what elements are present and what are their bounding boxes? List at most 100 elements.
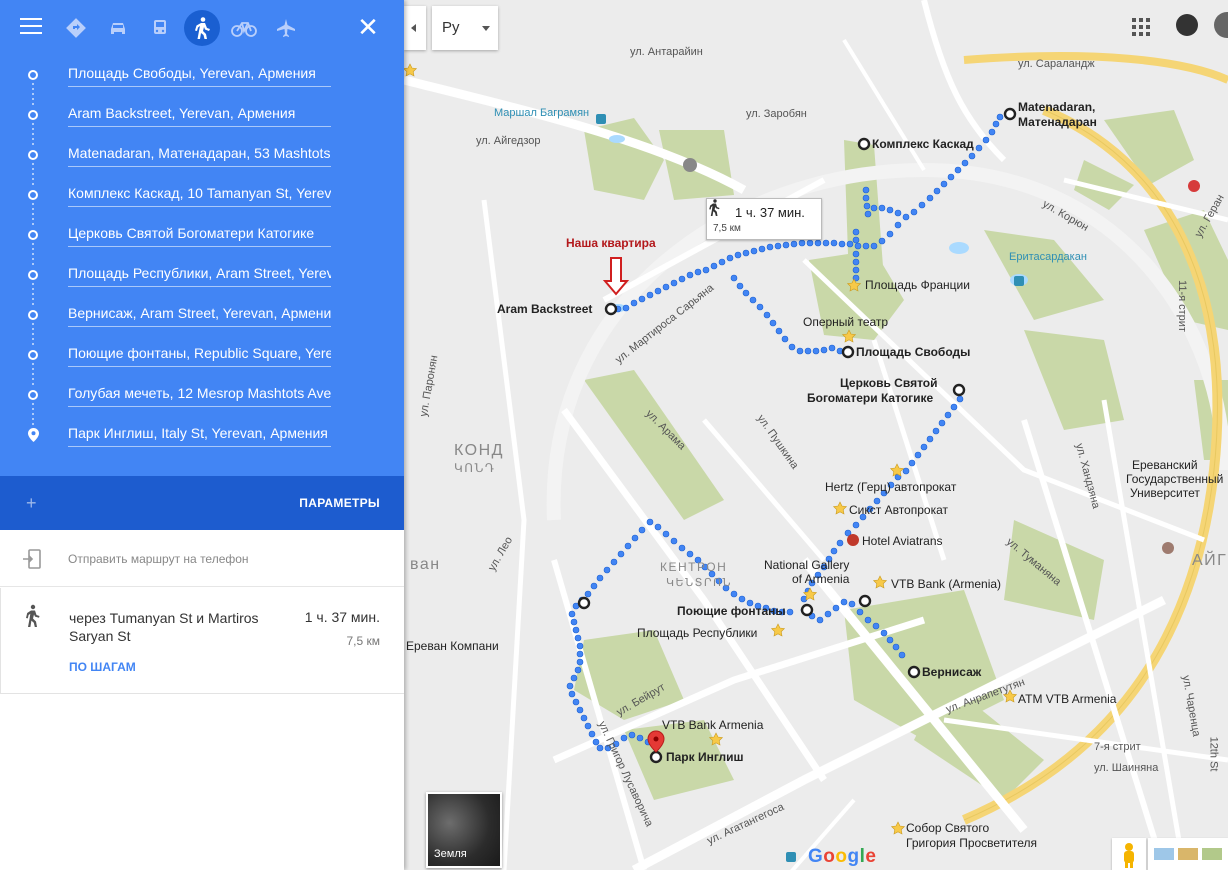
travel-mode-bar: ✕ bbox=[0, 0, 404, 56]
stop-input[interactable]: Парк Инглиш, Italy St, Yerevan, Армения bbox=[68, 425, 331, 447]
place-label[interactable]: Богоматери Катогике bbox=[807, 391, 933, 405]
send-to-device-icon bbox=[23, 549, 41, 569]
car-icon[interactable] bbox=[100, 10, 136, 46]
poi-label[interactable]: ATM VTB Armenia bbox=[1018, 692, 1116, 706]
place-label[interactable]: Площадь Свободы bbox=[856, 345, 970, 359]
stop-row[interactable]: Комплекс Каскад, 10 Tamanyan St, Yerevan bbox=[0, 176, 404, 216]
route-tooltip[interactable]: 1 ч. 37 мин. 7,5 км bbox=[706, 198, 822, 240]
notifications-icon[interactable] bbox=[1176, 14, 1198, 36]
walk-icon[interactable] bbox=[184, 10, 220, 46]
street-view-pegman-icon[interactable] bbox=[1112, 838, 1146, 870]
stop-input[interactable]: Площадь Свободы, Yerevan, Армения bbox=[68, 65, 331, 87]
stop-row[interactable]: Поющие фонтаны, Republic Square, Yerevan bbox=[0, 336, 404, 376]
place-label[interactable]: Парк Инглиш bbox=[666, 750, 744, 764]
poi-label[interactable]: Сикст Автопрокат bbox=[849, 503, 948, 517]
flight-icon[interactable] bbox=[268, 10, 304, 46]
poi-label[interactable]: Оперный театр bbox=[803, 315, 888, 329]
stop-dot-icon bbox=[28, 270, 38, 280]
stop-input[interactable]: Церковь Святой Богоматери Катогике bbox=[68, 225, 331, 247]
stop-row[interactable]: Площадь Республики, Aram Street, Yerevan bbox=[0, 256, 404, 296]
language-selector[interactable]: Ру bbox=[432, 6, 498, 50]
stop-row[interactable]: Парк Инглиш, Italy St, Yerevan, Армения bbox=[0, 416, 404, 456]
poi-label[interactable]: Университет bbox=[1130, 486, 1200, 500]
stop-input[interactable]: Вернисаж, Aram Street, Yerevan, Армения bbox=[68, 305, 331, 327]
poi-label[interactable]: Hotel Aviatrans bbox=[862, 534, 943, 548]
poi-label[interactable]: VTB Bank Armenia bbox=[662, 718, 763, 732]
stop-row[interactable]: Вернисаж, Aram Street, Yerevan, Армения bbox=[0, 296, 404, 336]
apartment-annotation: Наша квартира bbox=[566, 236, 656, 250]
walk-icon bbox=[26, 604, 40, 627]
stop-row[interactable]: Голубая мечеть, 12 Mesrop Mashtots Ave bbox=[0, 376, 404, 416]
poi-label[interactable]: VTB Bank (Armenia) bbox=[891, 577, 1001, 591]
google-logo: Google bbox=[808, 846, 877, 867]
satellite-view-label: Земля bbox=[434, 848, 467, 860]
directions-panel: ✕ Площадь Свободы, Yerevan, Армения Aram… bbox=[0, 0, 404, 870]
route-distance: 7,5 км bbox=[346, 634, 380, 648]
street-label: 12th St bbox=[1207, 736, 1220, 772]
stop-dot-icon bbox=[28, 350, 38, 360]
stop-row[interactable]: Matenadaran, Матенадаран, 53 Mashtots bbox=[0, 136, 404, 176]
apps-grid-icon[interactable] bbox=[1132, 18, 1150, 36]
street-label: ул. Сараландж bbox=[1018, 58, 1095, 70]
street-label: 7-я стрит bbox=[1094, 741, 1141, 753]
stop-dot-icon bbox=[28, 150, 38, 160]
metro-label[interactable]: Маршал Баграмян bbox=[494, 107, 589, 119]
stop-dot-icon bbox=[28, 390, 38, 400]
stop-input[interactable]: Поющие фонтаны, Republic Square, Yerevan bbox=[68, 345, 331, 367]
stop-row[interactable]: Площадь Свободы, Yerevan, Армения bbox=[0, 56, 404, 96]
satellite-view-toggle[interactable]: Земля bbox=[426, 792, 502, 868]
directions-icon[interactable] bbox=[58, 10, 94, 46]
options-bar: + ПАРАМЕТРЫ bbox=[0, 476, 404, 530]
stop-dot-icon bbox=[28, 110, 38, 120]
poi-label[interactable]: National Gallery bbox=[764, 558, 849, 572]
stop-input[interactable]: Комплекс Каскад, 10 Tamanyan St, Yerevan bbox=[68, 185, 331, 207]
route-duration: 1 ч. 37 мин. bbox=[304, 609, 380, 625]
stop-input[interactable]: Площадь Республики, Aram Street, Yerevan bbox=[68, 265, 331, 287]
close-icon[interactable]: ✕ bbox=[356, 14, 380, 40]
stop-input[interactable]: Голубая мечеть, 12 Mesrop Mashtots Ave bbox=[68, 385, 331, 407]
directions-header: ✕ Площадь Свободы, Yerevan, Армения Aram… bbox=[0, 0, 404, 476]
poi-label[interactable]: Государственный bbox=[1126, 472, 1223, 486]
send-to-phone-row[interactable]: Отправить маршрут на телефон bbox=[0, 531, 404, 587]
district-label: АЙГ bbox=[1192, 552, 1228, 569]
chevron-down-icon bbox=[482, 26, 490, 31]
destination-pin-icon bbox=[28, 428, 39, 442]
place-label[interactable]: Комплекс Каскад bbox=[872, 137, 974, 151]
place-label[interactable]: Поющие фонтаны bbox=[677, 604, 786, 618]
transit-icon[interactable] bbox=[142, 10, 178, 46]
district-label: ԿԵՆՏՐՈՆ bbox=[666, 577, 733, 589]
menu-icon[interactable] bbox=[20, 18, 42, 36]
stop-row[interactable]: Aram Backstreet, Yerevan, Армения bbox=[0, 96, 404, 136]
stop-input[interactable]: Matenadaran, Матенадаран, 53 Mashtots bbox=[68, 145, 331, 167]
step-by-step-link[interactable]: ПО ШАГАМ bbox=[69, 660, 136, 674]
poi-label[interactable]: Площадь Франции bbox=[865, 278, 970, 292]
add-stop-button[interactable]: + bbox=[26, 493, 37, 514]
poi-label[interactable]: Площадь Республики bbox=[637, 626, 757, 640]
walk-icon bbox=[709, 199, 720, 216]
collapse-panel-button[interactable] bbox=[404, 6, 426, 50]
route-option-card[interactable]: через Tumanyan St и Martiros Saryan St 1… bbox=[0, 588, 404, 694]
place-label[interactable]: Aram Backstreet bbox=[497, 302, 592, 316]
map-background bbox=[404, 0, 1228, 870]
poi-label[interactable]: Ереванский bbox=[1132, 458, 1198, 472]
poi-label[interactable]: Hertz (Герц) автопрокат bbox=[825, 480, 956, 494]
poi-label[interactable]: of Armenia bbox=[792, 572, 849, 586]
stop-input[interactable]: Aram Backstreet, Yerevan, Армения bbox=[68, 105, 331, 127]
tooltip-duration: 1 ч. 37 мин. bbox=[735, 205, 805, 220]
place-label[interactable]: Matenadaran, bbox=[1018, 100, 1095, 114]
options-button[interactable]: ПАРАМЕТРЫ bbox=[299, 496, 380, 510]
place-label[interactable]: Матенадаран bbox=[1018, 115, 1097, 129]
district-label: ԿՈՆԴ bbox=[454, 461, 496, 475]
metro-label[interactable]: Еритасардакан bbox=[1009, 251, 1087, 263]
place-label[interactable]: Церковь Святой bbox=[840, 376, 938, 390]
poi-label[interactable]: Ереван Компани bbox=[406, 639, 499, 653]
bike-icon[interactable] bbox=[226, 10, 262, 46]
poi-label[interactable]: Григория Просветителя bbox=[906, 836, 1037, 850]
map-canvas[interactable]: Ру 1 ч. 37 мин. 7,5 км Наша квартира Mat… bbox=[404, 0, 1228, 870]
map-layers-icon[interactable] bbox=[1148, 838, 1228, 870]
stop-row[interactable]: Церковь Святой Богоматери Катогике bbox=[0, 216, 404, 256]
street-label: ул. Шаиняна bbox=[1094, 762, 1159, 774]
place-label[interactable]: Вернисаж bbox=[922, 665, 981, 679]
language-label: Ру bbox=[442, 19, 460, 36]
poi-label[interactable]: Собор Святого bbox=[906, 821, 989, 835]
